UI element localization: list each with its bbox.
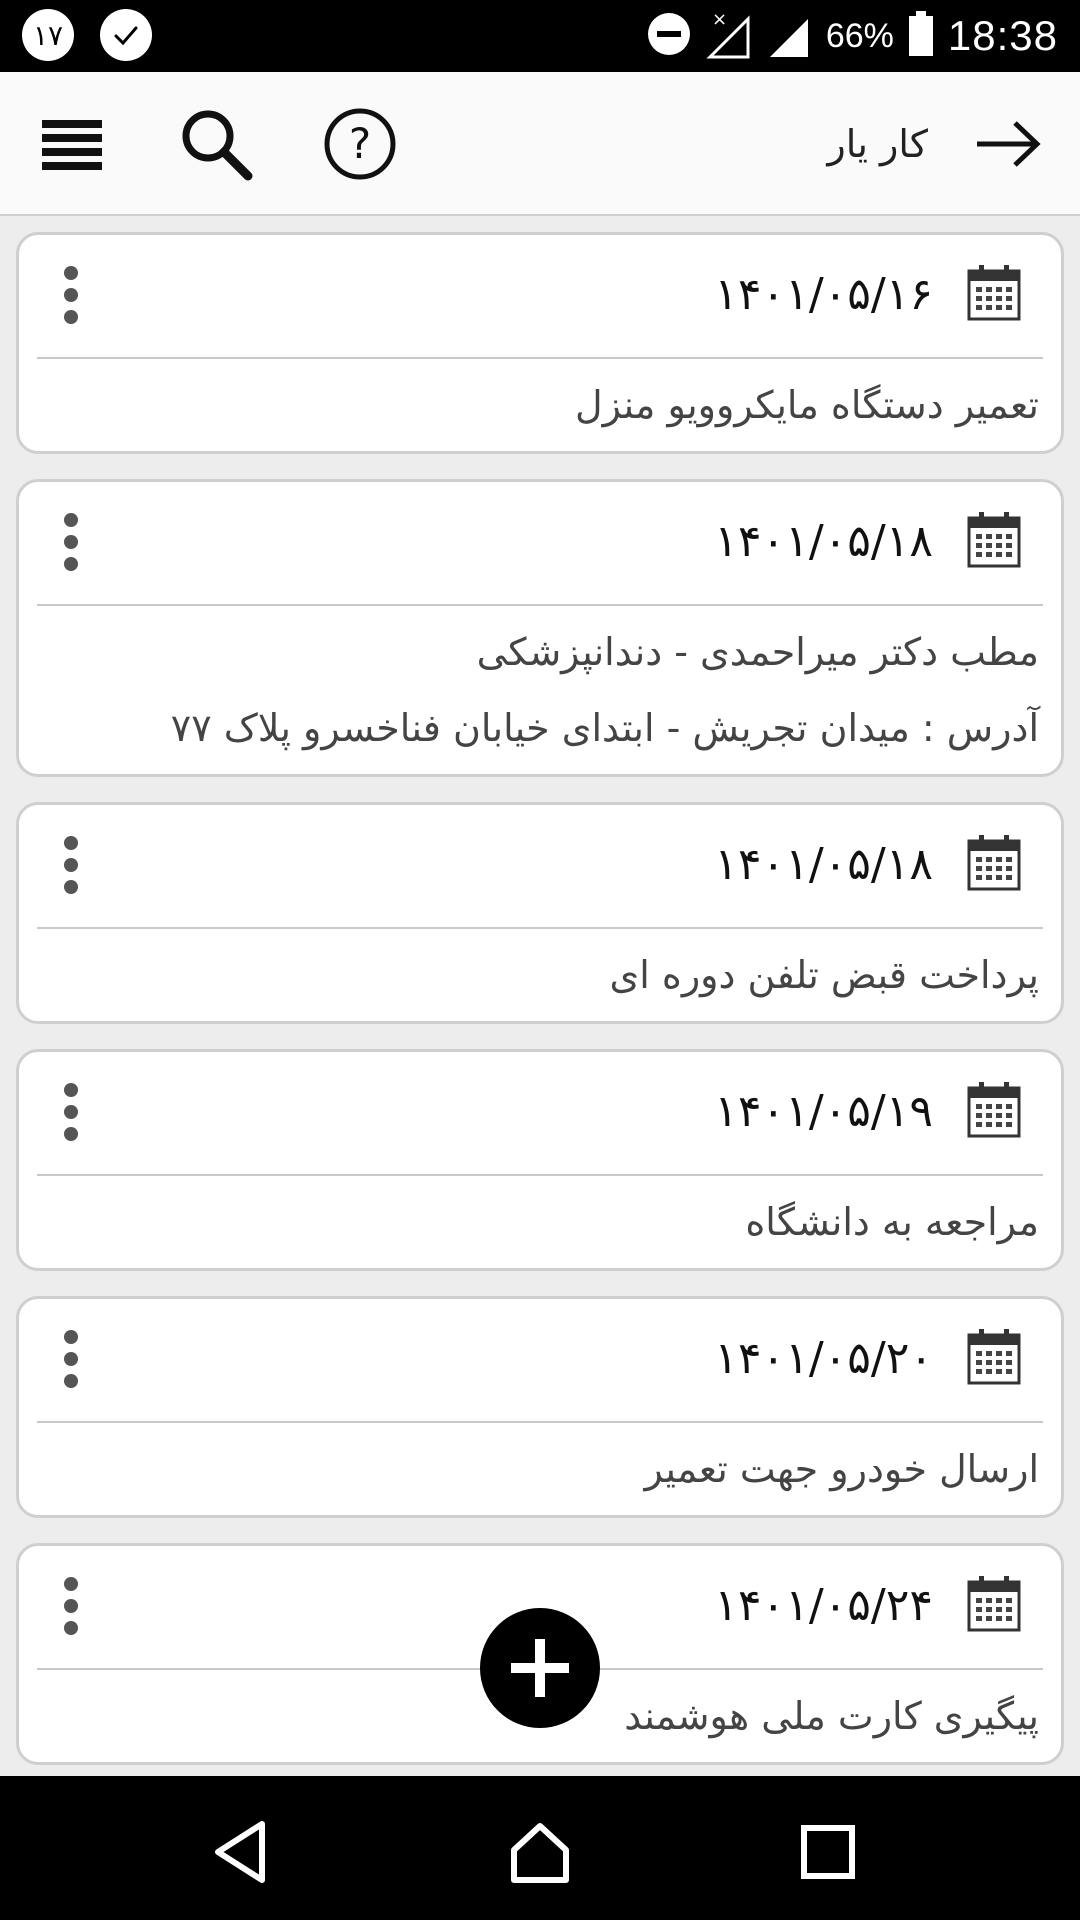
task-card[interactable]: ۱۴۰۱/۰۵/۱۸ مطب دکتر میراحمدی - دندانپزشک… — [16, 479, 1064, 777]
navigation-bar — [0, 1776, 1080, 1920]
card-header: ۱۴۰۱/۰۵/۱۸ — [19, 482, 1061, 606]
more-vert-icon[interactable] — [59, 265, 83, 325]
card-header: ۱۴۰۱/۰۵/۲۰ — [19, 1299, 1061, 1423]
menu-icon[interactable] — [30, 102, 114, 186]
calendar-icon — [967, 1327, 1021, 1385]
task-date: ۱۴۰۱/۰۵/۱۸ — [714, 839, 933, 890]
calendar-icon — [967, 263, 1021, 321]
calendar-icon — [967, 833, 1021, 891]
task-card[interactable]: ۱۴۰۱/۰۵/۱۶ تعمیر دستگاه مایکروویو منزل — [16, 232, 1064, 454]
task-date: ۱۴۰۱/۰۵/۱۶ — [714, 269, 933, 320]
plus-icon — [511, 1639, 569, 1697]
card-header: ۱۴۰۱/۰۵/۱۶ — [19, 235, 1061, 359]
calendar-icon — [967, 510, 1021, 568]
task-title: تعمیر دستگاه مایکروویو منزل — [574, 383, 1039, 427]
app-bar: ? کار یار — [0, 72, 1080, 216]
task-title: پیگیری کارت ملی هوشمند — [624, 1694, 1039, 1738]
signal-off-icon: × — [706, 9, 752, 63]
card-divider — [37, 1421, 1043, 1423]
status-right-group: × 66% 18:38 — [646, 0, 1058, 72]
battery-percent: 66% — [825, 16, 894, 55]
calendar-icon — [967, 1574, 1021, 1632]
card-header: ۱۴۰۱/۰۵/۱۹ — [19, 1052, 1061, 1176]
task-date: ۱۴۰۱/۰۵/۱۹ — [714, 1086, 933, 1137]
task-card[interactable]: ۱۴۰۱/۰۵/۱۹ مراجعه به دانشگاه — [16, 1049, 1064, 1271]
more-vert-icon[interactable] — [59, 512, 83, 572]
home-icon[interactable] — [500, 1812, 580, 1892]
card-divider — [37, 604, 1043, 606]
back-triangle-icon[interactable] — [200, 1812, 280, 1892]
more-vert-icon[interactable] — [59, 1082, 83, 1142]
app-title: کار یار — [827, 122, 928, 166]
svg-text:×: × — [712, 9, 727, 30]
card-header: ۱۴۰۱/۰۵/۱۸ — [19, 805, 1061, 929]
task-title: ارسال خودرو جهت تعمیر — [644, 1447, 1039, 1491]
svg-text:?: ? — [349, 119, 371, 168]
search-icon[interactable] — [174, 102, 258, 186]
battery-icon — [908, 11, 934, 61]
more-vert-icon[interactable] — [59, 1576, 83, 1636]
card-divider — [37, 357, 1043, 359]
task-date: ۱۴۰۱/۰۵/۲۰ — [714, 1333, 933, 1384]
task-title: مراجعه به دانشگاه — [745, 1200, 1039, 1244]
back-arrow-icon[interactable] — [966, 102, 1050, 186]
help-icon[interactable]: ? — [318, 102, 402, 186]
task-title: مطب دکتر میراحمدی - دندانپزشکی — [476, 630, 1039, 674]
signal-icon — [766, 9, 812, 63]
card-divider — [37, 927, 1043, 929]
dnd-icon — [646, 11, 692, 61]
task-address: آدرس : میدان تجریش - ابتدای خیابان فناخس… — [170, 706, 1039, 750]
recents-icon[interactable] — [788, 1812, 868, 1892]
more-vert-icon[interactable] — [59, 835, 83, 895]
task-date: ۱۴۰۱/۰۵/۱۸ — [714, 516, 933, 567]
more-vert-icon[interactable] — [59, 1329, 83, 1389]
check-notification-icon — [100, 9, 152, 61]
task-card[interactable]: ۱۴۰۱/۰۵/۲۰ ارسال خودرو جهت تعمیر — [16, 1296, 1064, 1518]
task-title: پرداخت قبض تلفن دوره ای — [609, 953, 1039, 997]
add-task-button[interactable] — [480, 1608, 600, 1728]
screen: ۱۷ × 66% 18:38 ? کار یار ۱۴۰۱/۰۵/۱۶ تعمی… — [0, 0, 1080, 1920]
card-divider — [37, 1174, 1043, 1176]
task-card[interactable]: ۱۴۰۱/۰۵/۱۸ پرداخت قبض تلفن دوره ای — [16, 802, 1064, 1024]
task-date: ۱۴۰۱/۰۵/۲۴ — [714, 1580, 933, 1631]
status-bar: ۱۷ × 66% 18:38 — [0, 0, 1080, 72]
notification-badge: ۱۷ — [22, 9, 74, 61]
calendar-icon — [967, 1080, 1021, 1138]
clock: 18:38 — [947, 12, 1058, 59]
